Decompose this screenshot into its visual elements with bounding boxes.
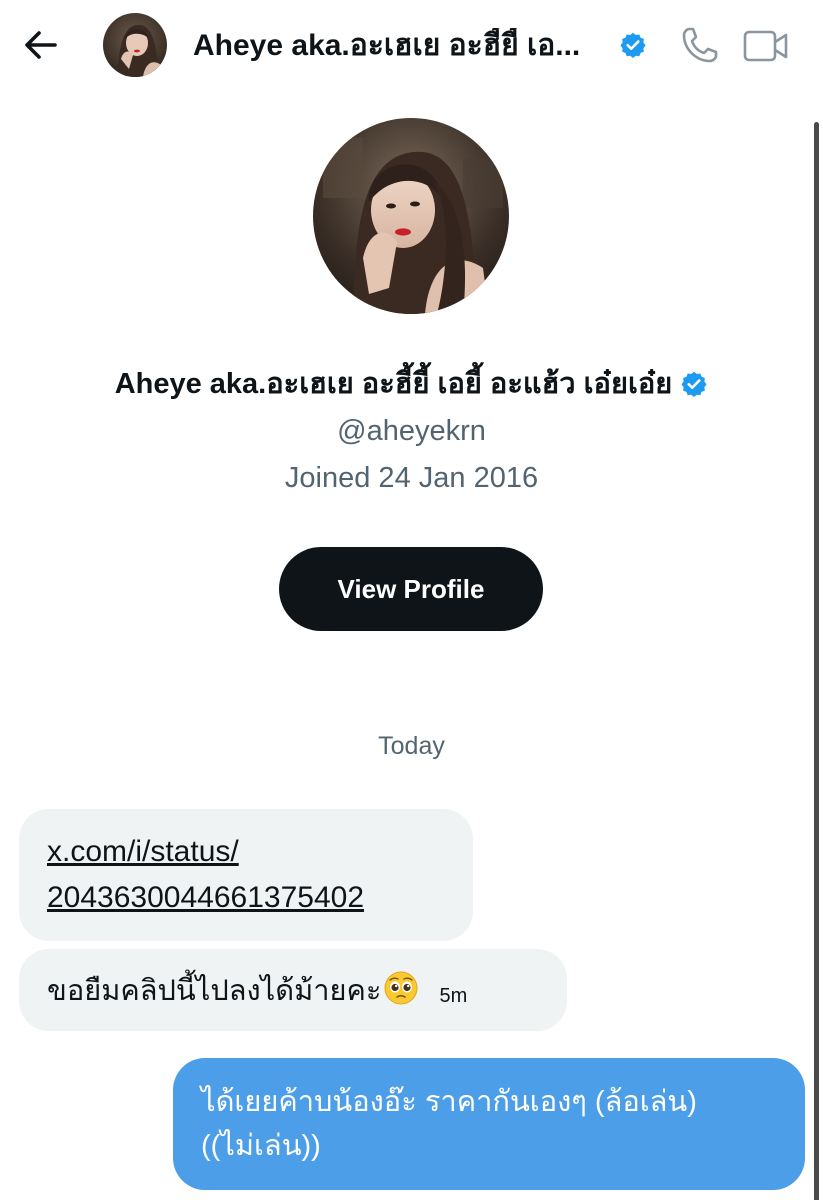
- incoming-message-bubble[interactable]: ขอยืมคลิปนี้ไปลงได้ม้ายคะ 5m: [19, 949, 567, 1031]
- profile-name-row: Aheye aka.อะเฮเย อะฮี้ยี้ เอยี้ อะแฮ้ว เ…: [0, 364, 823, 404]
- phone-icon: [682, 27, 718, 63]
- profile-joined-date: Joined 24 Jan 2016: [284, 462, 539, 494]
- message-text-content: ขอยืมคลิปนี้ไปลงได้ม้ายคะ: [47, 975, 382, 1007]
- back-button[interactable]: [20, 24, 62, 66]
- conversation-header: Aheye aka.อะเฮเย อะฮี้ยี้ เอ...: [0, 0, 823, 92]
- message-link-line[interactable]: 2043630044661375402: [47, 875, 445, 921]
- scrollbar-thumb[interactable]: [814, 122, 819, 1200]
- outgoing-message-bubble[interactable]: ได้เยยค้าบน้องอ๊ะ ราคากันเองๆ (ล้อเล่น) …: [173, 1058, 805, 1190]
- dm-conversation-screen: Aheye aka.อะเฮเย อะฮี้ยี้ เอ... Aheye ak…: [0, 0, 823, 1200]
- view-profile-button[interactable]: View Profile: [279, 547, 543, 631]
- message-text-line: ((ไม่เล่น)): [201, 1130, 321, 1162]
- incoming-message-bubble[interactable]: x.com/i/status/ 2043630044661375402: [19, 809, 473, 941]
- avatar-image: [313, 118, 509, 314]
- message-timestamp: 5m: [439, 984, 468, 1007]
- message-text-line: ได้เยยค้าบน้องอ๊ะ ราคากันเองๆ (ล้อเล่น): [201, 1086, 697, 1118]
- arrow-left-icon: [25, 31, 57, 59]
- scrollbar[interactable]: [814, 122, 819, 1200]
- video-camera-icon: [743, 30, 788, 62]
- profile-display-name: Aheye aka.อะเฮเย อะฮี้ยี้ เอยี้ อะแฮ้ว เ…: [114, 368, 673, 400]
- header-avatar[interactable]: [103, 13, 167, 77]
- profile-avatar[interactable]: [313, 118, 509, 314]
- pleading-face-icon: [384, 971, 418, 1005]
- day-divider: Today: [378, 732, 445, 760]
- verified-badge-icon: [681, 371, 707, 397]
- avatar-image: [103, 13, 167, 77]
- call-button[interactable]: [680, 25, 720, 65]
- profile-handle: @aheyekrn: [337, 415, 486, 447]
- video-call-button[interactable]: [742, 27, 790, 65]
- message-link-line[interactable]: x.com/i/status/: [47, 829, 445, 875]
- header-contact-name[interactable]: Aheye aka.อะเฮเย อะฮี้ยี้ เอ...: [193, 28, 603, 64]
- verified-badge-icon: [620, 32, 646, 58]
- message-text: ขอยืมคลิปนี้ไปลงได้ม้ายคะ: [47, 970, 419, 1010]
